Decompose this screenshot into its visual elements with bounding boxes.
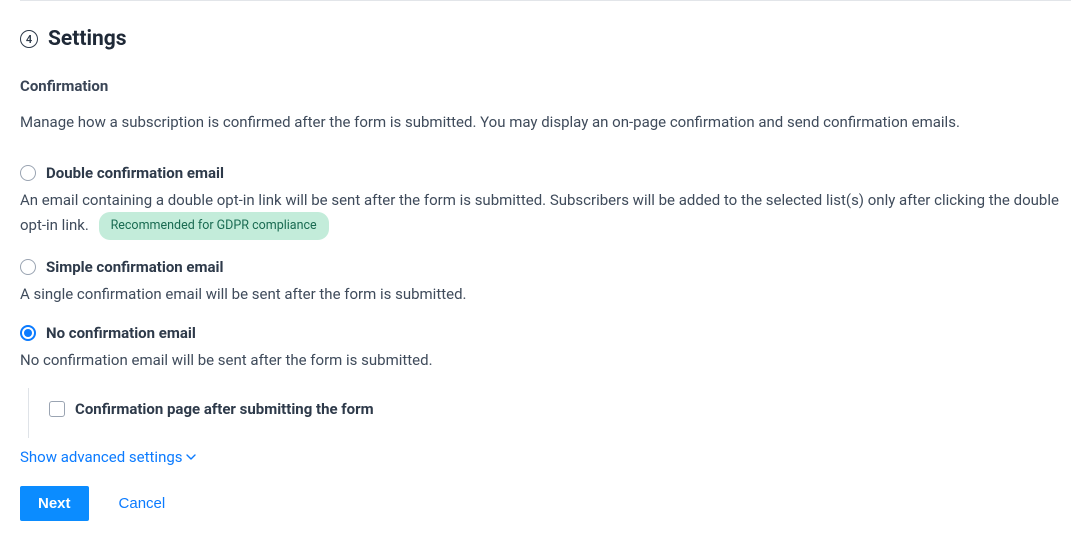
radio-simple-label: Simple confirmation email (46, 258, 224, 276)
radio-double-label: Double confirmation email (46, 164, 224, 182)
confirmation-subtitle: Confirmation (20, 77, 1071, 95)
gdpr-badge: Recommended for GDPR compliance (99, 212, 329, 240)
radio-simple-description: A single confirmation email will be sent… (20, 282, 1071, 306)
radio-none-label: No confirmation email (46, 324, 196, 342)
checkbox-confirmation-page[interactable] (49, 401, 65, 417)
radio-group-simple: Simple confirmation email A single confi… (20, 258, 1071, 306)
radio-none-description: No confirmation email will be sent after… (20, 348, 1071, 372)
settings-header: 4 Settings (20, 27, 1071, 51)
checkbox-confirmation-page-label: Confirmation page after submitting the f… (75, 400, 374, 418)
advanced-link-text: Show advanced settings (20, 448, 183, 466)
radio-no-confirmation[interactable] (20, 325, 36, 341)
radio-group-none: No confirmation email No confirmation em… (20, 324, 1071, 438)
confirmation-section: Confirmation Manage how a subscription i… (20, 77, 1071, 438)
confirmation-page-block: Confirmation page after submitting the f… (28, 388, 1071, 438)
radio-double-confirmation[interactable] (20, 165, 36, 181)
chevron-down-icon (186, 448, 196, 466)
next-button[interactable]: Next (20, 486, 89, 521)
confirmation-description: Manage how a subscription is confirmed a… (20, 111, 1071, 134)
step-number-badge: 4 (20, 30, 38, 48)
radio-double-description: An email containing a double opt-in link… (20, 188, 1071, 240)
radio-simple-confirmation[interactable] (20, 259, 36, 275)
radio-group-double: Double confirmation email An email conta… (20, 164, 1071, 240)
cancel-button[interactable]: Cancel (119, 495, 166, 512)
settings-title: Settings (48, 27, 127, 51)
show-advanced-settings-link[interactable]: Show advanced settings (20, 448, 196, 466)
top-divider (20, 0, 1071, 1)
button-row: Next Cancel (20, 486, 1071, 521)
